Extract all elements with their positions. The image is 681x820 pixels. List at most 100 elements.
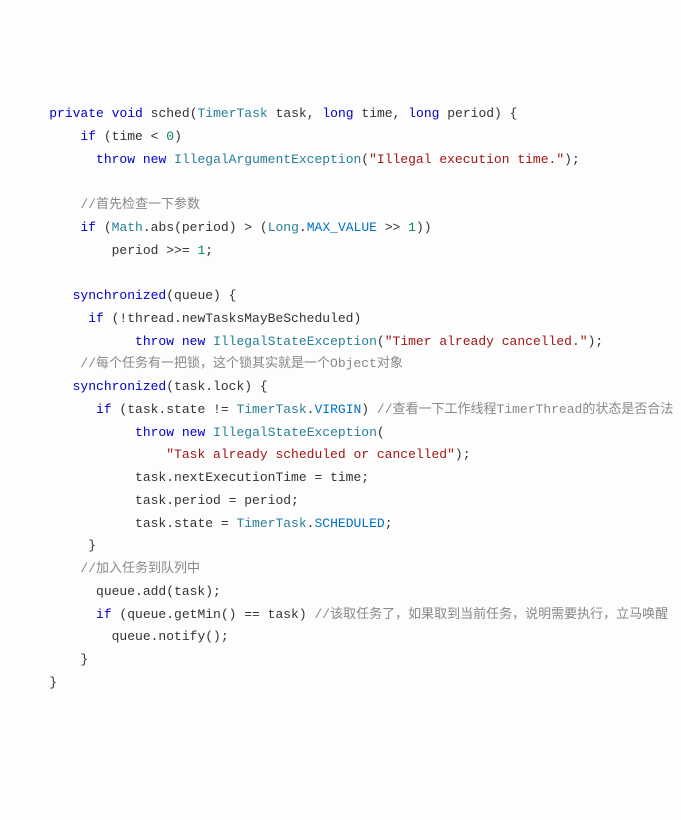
text: (task.state != — [112, 402, 237, 417]
text: task.period = period; — [135, 493, 299, 508]
keyword: if — [80, 129, 96, 144]
code-line: if (task.state != TimerTask.VIRGIN) //查看… — [18, 399, 663, 422]
text: ); — [564, 152, 580, 167]
code-line: private void sched(TimerTask task, long … — [18, 103, 663, 126]
code-line: queue.add(task); — [18, 581, 663, 604]
keyword: if — [96, 402, 112, 417]
number: 1 — [190, 243, 206, 258]
number: 0 — [166, 129, 174, 144]
code-line: task.state = TimerTask.SCHEDULED; — [18, 513, 663, 536]
comment: //首先检查一下参数 — [80, 197, 200, 212]
keyword: new — [182, 334, 205, 349]
text: ( — [377, 425, 385, 440]
text: . — [299, 220, 307, 235]
keyword: throw — [135, 334, 174, 349]
code-line: queue.notify(); — [18, 626, 663, 649]
keyword: new — [143, 152, 166, 167]
text: . — [307, 516, 315, 531]
text: ; — [385, 516, 393, 531]
string: "Illegal execution time." — [369, 152, 564, 167]
text: .abs(period) > ( — [143, 220, 268, 235]
code-line — [18, 262, 663, 285]
keyword: synchronized — [73, 288, 167, 303]
keyword: long — [322, 106, 353, 121]
type: IllegalArgumentException — [174, 152, 361, 167]
code-line: task.nextExecutionTime = time; — [18, 467, 663, 490]
code-line: synchronized(queue) { — [18, 285, 663, 308]
string: "Task already scheduled or cancelled" — [166, 447, 455, 462]
text: ( — [361, 152, 369, 167]
text: ) — [361, 402, 369, 417]
type: Math — [112, 220, 143, 235]
code-line: if (time < 0) — [18, 126, 663, 149]
type: IllegalStateException — [213, 425, 377, 440]
code-line: "Task already scheduled or cancelled"); — [18, 444, 663, 467]
text: (!thread.newTasksMayBeScheduled) — [104, 311, 361, 326]
type: IllegalStateException — [213, 334, 377, 349]
text: time, — [361, 106, 400, 121]
text: } — [80, 652, 88, 667]
text: ( — [377, 334, 385, 349]
keyword: long — [408, 106, 439, 121]
keyword: throw — [135, 425, 174, 440]
text: (queue.getMin() == task) — [112, 607, 307, 622]
text: queue.add(task); — [96, 584, 221, 599]
code-line — [18, 171, 663, 194]
code-line: task.period = period; — [18, 490, 663, 513]
text: (queue) { — [166, 288, 236, 303]
string: "Timer already cancelled." — [385, 334, 588, 349]
code-line: //首先检查一下参数 — [18, 194, 663, 217]
code-line: //加入任务到队列中 — [18, 558, 663, 581]
keyword: synchronized — [73, 379, 167, 394]
comment: //每个任务有一把锁，这个锁其实就是一个Object对象 — [80, 356, 402, 371]
code-line: if (queue.getMin() == task) //该取任务了，如果取到… — [18, 604, 663, 627]
keyword: if — [88, 311, 104, 326]
constant: MAX_VALUE — [307, 220, 377, 235]
code-block: private void sched(TimerTask task, long … — [18, 103, 663, 695]
text: task, — [276, 106, 315, 121]
code-line: throw new IllegalArgumentException("Ille… — [18, 149, 663, 172]
text: ; — [205, 243, 213, 258]
text: period) — [447, 106, 502, 121]
text: sched — [151, 106, 190, 121]
code-line: throw new IllegalStateException( — [18, 422, 663, 445]
keyword: private — [49, 106, 104, 121]
code-line: } — [18, 649, 663, 672]
text: ( — [104, 220, 112, 235]
text: ) — [174, 129, 182, 144]
keyword: if — [96, 607, 112, 622]
text: >> — [377, 220, 400, 235]
constant: VIRGIN — [314, 402, 361, 417]
keyword: new — [182, 425, 205, 440]
comment: //加入任务到队列中 — [80, 561, 200, 576]
text: task.nextExecutionTime = time; — [135, 470, 369, 485]
text: )) — [416, 220, 432, 235]
text: { — [510, 106, 518, 121]
text: (time < — [104, 129, 159, 144]
code-line: throw new IllegalStateException("Timer a… — [18, 331, 663, 354]
keyword: if — [80, 220, 96, 235]
type: TimerTask — [198, 106, 268, 121]
type: TimerTask — [236, 516, 306, 531]
code-line: //每个任务有一把锁，这个锁其实就是一个Object对象 — [18, 353, 663, 376]
keyword: void — [112, 106, 143, 121]
text: period >>= — [112, 243, 190, 258]
code-line: period >>= 1; — [18, 240, 663, 263]
text: ); — [588, 334, 604, 349]
comment: //查看一下工作线程TimerThread的状态是否合法 — [369, 402, 673, 417]
code-line: if (!thread.newTasksMayBeScheduled) — [18, 308, 663, 331]
text: task.state = — [135, 516, 236, 531]
text: } — [88, 538, 96, 553]
code-line: synchronized(task.lock) { — [18, 376, 663, 399]
text: } — [49, 675, 57, 690]
constant: SCHEDULED — [314, 516, 384, 531]
type: Long — [268, 220, 299, 235]
text: ); — [455, 447, 471, 462]
number: 1 — [400, 220, 416, 235]
comment: //该取任务了，如果取到当前任务，说明需要执行，立马唤醒 — [307, 607, 668, 622]
keyword: throw — [96, 152, 135, 167]
text: queue.notify(); — [112, 629, 229, 644]
code-line: } — [18, 535, 663, 558]
code-line: if (Math.abs(period) > (Long.MAX_VALUE >… — [18, 217, 663, 240]
code-line: } — [18, 672, 663, 695]
